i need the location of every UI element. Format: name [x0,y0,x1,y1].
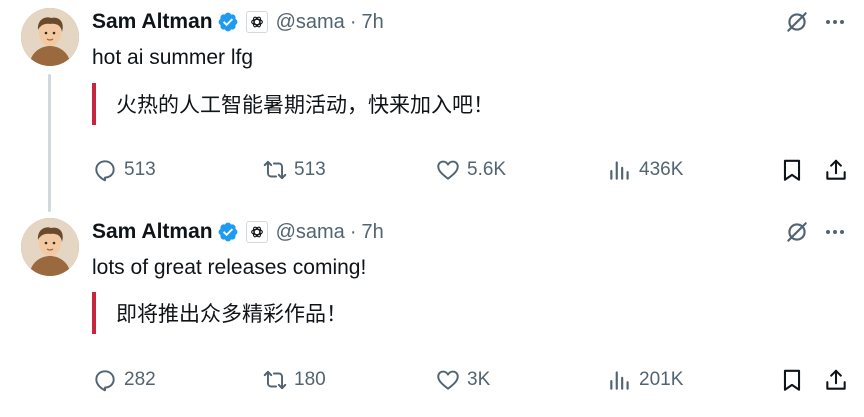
repost-count: 180 [294,369,326,390]
views-icon [607,157,633,183]
action-bar: 282 180 3K 201K [92,365,852,395]
reply-count: 513 [124,159,156,180]
translation-quote: 火热的人工智能暑期活动，快来加入吧！ [92,83,494,125]
time-separator: · [349,10,357,33]
bookmark-icon[interactable] [779,157,805,183]
like-count: 5.6K [467,159,507,180]
verified-icon[interactable] [217,11,239,33]
like-icon [435,367,461,393]
more-icon[interactable] [822,9,848,35]
openai-org-icon[interactable] [245,221,268,243]
translation-text: 火热的人工智能暑期活动，快来加入吧！ [116,93,494,117]
reply-icon [92,157,118,183]
avatar-image [21,8,79,66]
tweet-time[interactable]: 7h [361,221,383,244]
repost-button[interactable]: 513 [262,155,326,185]
repost-icon [262,157,288,183]
repost-button[interactable]: 180 [262,365,326,395]
bookmark-icon[interactable] [779,367,805,393]
share-icon[interactable] [823,157,849,183]
reply-button[interactable]: 282 [92,365,156,395]
views-count: 436K [639,159,684,180]
action-bar: 513 513 5.6K 436K [92,155,852,185]
like-button[interactable]: 3K [435,365,490,395]
tweet-2[interactable]: Sam Altman @sama · 7h lots of great rele… [0,210,864,417]
share-icon[interactable] [823,367,849,393]
tweet-time[interactable]: 7h [361,11,383,34]
author-handle[interactable]: @sama [276,11,345,34]
grok-icon[interactable] [784,9,810,35]
reply-icon [92,367,118,393]
verified-icon[interactable] [217,221,239,243]
translation-quote: 即将推出众多精彩作品！ [92,292,347,334]
author-name[interactable]: Sam Altman [92,10,213,34]
avatar[interactable] [21,218,79,276]
reply-count: 282 [124,369,156,390]
more-icon[interactable] [822,219,848,245]
thread-line [48,74,51,212]
openai-org-icon[interactable] [245,11,268,33]
time-separator: · [349,220,357,243]
tweet-header: Sam Altman @sama · 7h [92,9,384,35]
avatar-image [21,218,79,276]
author-name[interactable]: Sam Altman [92,220,213,244]
grok-icon[interactable] [784,219,810,245]
repost-count: 513 [294,159,326,180]
views-icon [607,367,633,393]
tweet-header: Sam Altman @sama · 7h [92,219,384,245]
repost-icon [262,367,288,393]
translation-text: 即将推出众多精彩作品！ [116,302,347,326]
author-handle[interactable]: @sama [276,221,345,244]
views-button[interactable]: 436K [607,155,683,185]
views-button[interactable]: 201K [607,365,683,395]
tweet-text: lots of great releases coming! [92,256,367,279]
like-icon [435,157,461,183]
avatar[interactable] [21,8,79,66]
like-count: 3K [467,369,491,390]
reply-button[interactable]: 513 [92,155,156,185]
views-count: 201K [639,369,684,390]
like-button[interactable]: 5.6K [435,155,506,185]
tweet-text: hot ai summer lfg [92,46,254,69]
tweet-1[interactable]: Sam Altman @sama · 7h hot ai summer lfg … [0,0,864,212]
